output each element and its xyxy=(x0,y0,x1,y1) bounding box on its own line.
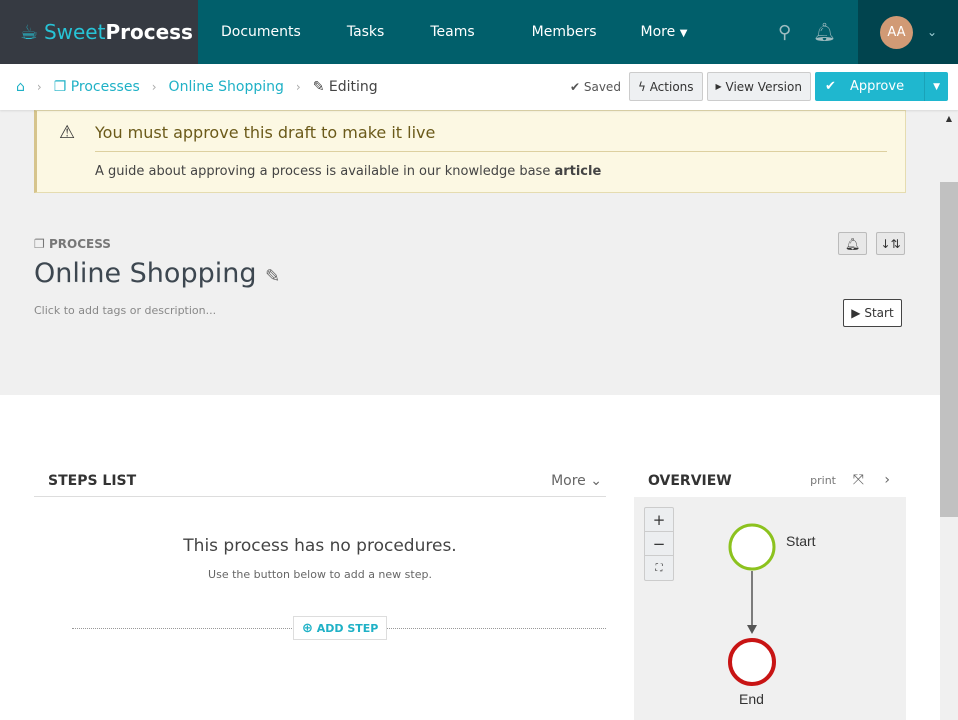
nav-members[interactable]: Members xyxy=(498,24,631,40)
end-node xyxy=(728,638,776,686)
actions-button[interactable]: ϟ Actions xyxy=(628,72,703,101)
caret-right-icon: ▶ xyxy=(715,82,722,91)
arrow-head xyxy=(747,625,757,634)
start-node-label: Start xyxy=(786,533,816,549)
breadcrumb-processes[interactable]: ❐ Processes xyxy=(54,79,140,95)
breadcrumb: ⌂ › ❐ Processes › Online Shopping › ✎ Editi… xyxy=(0,64,958,110)
nav-tasks[interactable]: Tasks xyxy=(324,24,408,40)
article-link[interactable]: article xyxy=(554,164,601,179)
top-nav: ☕ Sweet Process Documents Tasks Teams Memb… xyxy=(0,0,958,64)
print-link[interactable]: print xyxy=(810,474,836,487)
chevron-down-icon: ⌄ xyxy=(590,473,602,489)
end-node-label: End xyxy=(739,691,764,707)
description-input[interactable]: Click to add tags or description... xyxy=(34,304,216,317)
logo[interactable]: ☕ Sweet Process xyxy=(0,0,198,64)
chevron-right-icon[interactable]: › xyxy=(884,472,890,488)
overview-header: OVERVIEW print ⤧ › xyxy=(648,472,890,489)
pencil-icon[interactable]: ✎ xyxy=(265,266,280,287)
chevron-down-icon: ⌄ xyxy=(927,25,938,39)
nav-more[interactable]: More ▼ xyxy=(631,24,698,40)
bolt-icon: ϟ xyxy=(637,79,646,94)
home-icon[interactable]: ⌂ xyxy=(16,79,25,95)
approve-button-group: ✔ Approve ▼ xyxy=(814,72,948,101)
documents-icon: ❐ xyxy=(34,237,45,251)
view-version-button[interactable]: ▶ View Version xyxy=(706,72,811,101)
bell-icon: 🔔︎ xyxy=(844,236,861,251)
account-menu[interactable]: AA ⌄ xyxy=(858,0,958,64)
pencil-icon: ✎ xyxy=(312,79,325,95)
search-icon[interactable]: ⚲ xyxy=(778,22,791,43)
documents-icon: ❐ xyxy=(53,79,67,95)
cup-icon: ☕ xyxy=(20,20,38,44)
nav-teams[interactable]: Teams xyxy=(407,24,497,40)
breadcrumb-current: ✎ Editing xyxy=(312,79,378,95)
saved-status: ✔ Saved xyxy=(569,79,621,94)
approve-dropdown[interactable]: ▼ xyxy=(924,72,948,101)
bell-icon[interactable]: 🔔︎ xyxy=(813,22,836,43)
approve-alert: ⚠ You must approve this draft to make it… xyxy=(34,110,906,193)
page-title[interactable]: Online Shopping xyxy=(34,258,256,289)
play-icon: ▶ xyxy=(851,306,861,320)
sort-icon: ↓⇅ xyxy=(880,236,901,251)
flow-diagram xyxy=(728,523,776,686)
steps-more-button[interactable]: More ⌄ xyxy=(551,473,602,489)
sort-button[interactable]: ↓⇅ xyxy=(876,232,905,255)
nav-documents[interactable]: Documents xyxy=(198,24,324,40)
start-button[interactable]: ▶ Start xyxy=(843,299,902,327)
expand-icon[interactable]: ⤧ xyxy=(853,472,864,488)
approve-button[interactable]: ✔ Approve xyxy=(815,79,924,94)
avatar: AA xyxy=(880,15,913,49)
breadcrumb-online-shopping[interactable]: Online Shopping xyxy=(169,79,284,95)
chevron-down-icon: ▼ xyxy=(679,28,688,39)
add-step-button[interactable]: ⊕ ADD STEP xyxy=(293,616,388,640)
scrollbar-thumb[interactable] xyxy=(940,182,958,517)
plus-circle-icon: ⊕ xyxy=(302,620,313,636)
warning-icon: ⚠ xyxy=(59,122,76,143)
steps-list-header: STEPS LIST More ⌄ xyxy=(34,465,606,497)
overview-diagram: + − ⛶ Start End xyxy=(634,497,906,720)
notifications-button[interactable]: 🔔︎ xyxy=(838,232,867,255)
start-node xyxy=(728,523,776,571)
